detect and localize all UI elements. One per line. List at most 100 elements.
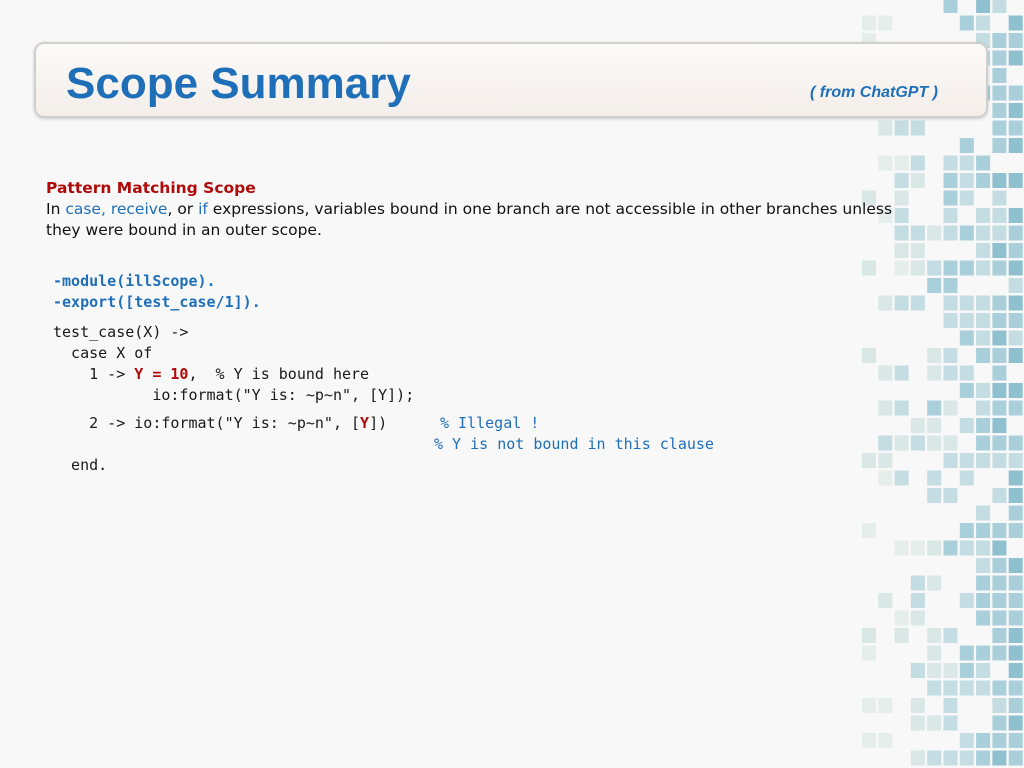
mosaic-tile — [927, 750, 942, 766]
mosaic-tile — [878, 400, 893, 416]
mosaic-tile — [976, 558, 991, 573]
mosaic-tile — [1008, 330, 1023, 346]
paragraph-text: they were bound in an outer scope. — [46, 221, 322, 239]
mosaic-tile — [878, 295, 893, 311]
code-header: -module(illScope). -export([test_case/1]… — [53, 271, 261, 313]
mosaic-tile — [959, 750, 974, 766]
mosaic-tile — [943, 628, 958, 643]
mosaic-tile — [943, 435, 958, 451]
mosaic-tile — [862, 733, 876, 748]
mosaic-tile — [976, 593, 991, 608]
mosaic-tile — [878, 470, 893, 486]
mosaic-tile — [862, 453, 876, 468]
mosaic-tile — [992, 610, 1007, 626]
mosaic-tile — [894, 365, 909, 381]
mosaic-tile — [959, 330, 974, 346]
mosaic-tile — [992, 50, 1007, 66]
mosaic-tile — [910, 260, 925, 276]
mosaic-tile — [862, 260, 876, 276]
mosaic-tile — [992, 173, 1007, 188]
mosaic-tile — [992, 0, 1007, 13]
mosaic-tile — [992, 313, 1007, 328]
binding-highlight: Y = 10 — [134, 365, 189, 383]
mosaic-tile — [927, 488, 942, 503]
mosaic-tile — [927, 400, 942, 416]
mosaic-tile — [976, 435, 991, 451]
mosaic-tile — [959, 680, 974, 696]
mosaic-tile — [1008, 85, 1023, 101]
code-line: 2 -> io:format("Y is: ~p~n", [ — [53, 414, 361, 432]
mosaic-tile — [992, 365, 1007, 381]
mosaic-tile — [959, 313, 974, 328]
code-line: io:format("Y is: ~p~n", [Y]); — [53, 386, 415, 404]
mosaic-tile — [894, 155, 909, 171]
mosaic-tile — [1008, 593, 1023, 608]
code-body: test_case(X) -> case X of 1 -> Y = 10, %… — [53, 322, 414, 406]
mosaic-tile — [1008, 383, 1023, 398]
mosaic-tile — [910, 663, 925, 678]
mosaic-tile — [910, 575, 925, 591]
mosaic-tile — [862, 628, 876, 643]
mosaic-tile — [1008, 645, 1023, 661]
mosaic-tile — [959, 663, 974, 678]
mosaic-tile — [992, 435, 1007, 451]
mosaic-tile — [1008, 505, 1023, 521]
mosaic-tile — [976, 610, 991, 626]
mosaic-tile — [992, 348, 1007, 363]
mosaic-tile — [992, 190, 1007, 206]
mosaic-tile — [878, 435, 893, 451]
mosaic-tile — [976, 208, 991, 223]
mosaic-tile — [959, 295, 974, 311]
mosaic-tile — [992, 628, 1007, 643]
mosaic-tile — [976, 243, 991, 258]
mosaic-tile — [976, 663, 991, 678]
mosaic-tile — [1008, 173, 1023, 188]
mosaic-tile — [959, 365, 974, 381]
mosaic-tile — [894, 628, 909, 643]
mosaic-tile — [927, 470, 942, 486]
mosaic-tile — [1008, 733, 1023, 748]
mosaic-tile — [927, 225, 942, 241]
mosaic-tile — [943, 313, 958, 328]
mosaic-tile — [943, 348, 958, 363]
mosaic-tile — [1008, 610, 1023, 626]
export-directive: -export([test_case/1]). — [53, 293, 261, 311]
mosaic-tile — [992, 645, 1007, 661]
mosaic-tile — [910, 418, 925, 433]
mosaic-tile — [976, 155, 991, 171]
mosaic-tile — [943, 750, 958, 766]
mosaic-tile — [959, 453, 974, 468]
code-line: ]) — [369, 414, 388, 432]
mosaic-tile — [862, 698, 876, 713]
mosaic-tile — [894, 120, 909, 136]
mosaic-tile — [1008, 208, 1023, 223]
mosaic-tile — [943, 173, 958, 188]
mosaic-tile — [862, 523, 876, 538]
mosaic-tile — [943, 715, 958, 731]
mosaic-tile — [927, 418, 942, 433]
mosaic-tile — [1008, 50, 1023, 66]
mosaic-tile — [1008, 680, 1023, 696]
mosaic-tile — [927, 540, 942, 556]
mosaic-tile — [976, 453, 991, 468]
pattern-matching-section: Pattern Matching Scope In case, receive,… — [46, 178, 916, 241]
mosaic-tile — [959, 540, 974, 556]
mosaic-tile — [878, 120, 893, 136]
mosaic-tile — [992, 85, 1007, 101]
code-line: , % Y is bound here — [188, 365, 370, 383]
mosaic-tile — [1008, 278, 1023, 293]
mosaic-tile — [878, 733, 893, 748]
mosaic-tile — [862, 15, 876, 31]
source-note: ( from ChatGPT ) — [810, 84, 938, 101]
mosaic-tile — [992, 698, 1007, 713]
mosaic-tile — [927, 260, 942, 276]
mosaic-tile — [992, 715, 1007, 731]
mosaic-tile — [910, 243, 925, 258]
illegal-comment: % Illegal ! — [440, 414, 540, 432]
mosaic-tile — [992, 453, 1007, 468]
code-branch2: 2 -> io:format("Y is: ~p~n", [Y]) — [53, 413, 387, 434]
mosaic-tile — [943, 488, 958, 503]
mosaic-tile — [943, 295, 958, 311]
mosaic-tile — [1008, 558, 1023, 573]
mosaic-tile — [976, 575, 991, 591]
